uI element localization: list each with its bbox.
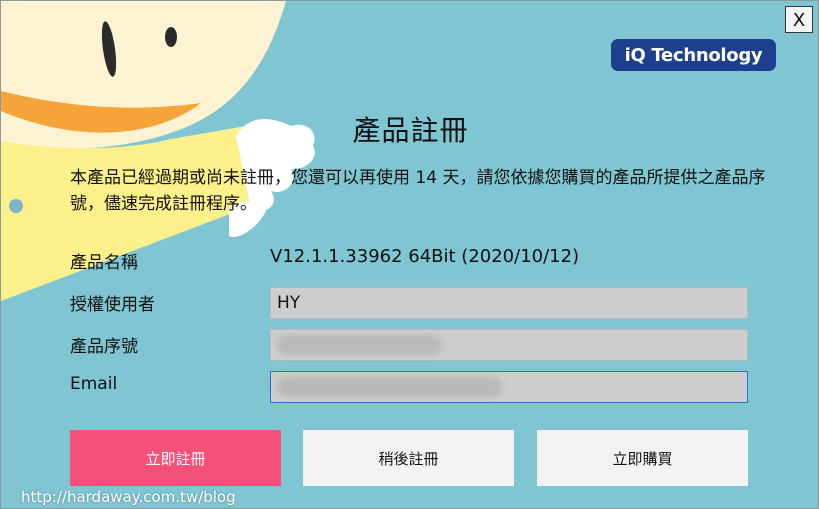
register-later-button[interactable]: 稍後註冊 [303, 430, 514, 486]
dialog-description: 本產品已經過期或尚未註冊，您還可以再使用 14 天，請您依據您購買的產品所提供之… [70, 168, 766, 214]
email-label: Email [70, 374, 118, 394]
watermark: http://hardaway.com.tw/blog [21, 488, 236, 506]
registration-dialog: X iQ Technology 產品註冊 本產品已經過期或尚未註冊，您還可以再使… [0, 0, 819, 509]
close-button[interactable]: X [785, 6, 813, 33]
brand-logo: iQ Technology [611, 39, 776, 71]
serial-input[interactable] [270, 329, 748, 361]
redacted-email [277, 377, 502, 397]
dialog-title: 產品註冊 [352, 114, 469, 147]
user-label: 授權使用者 [70, 295, 155, 315]
product-name-label: 產品名稱 [70, 253, 138, 273]
email-input[interactable] [270, 371, 748, 403]
serial-label: 產品序號 [70, 337, 138, 357]
product-version: V12.1.1.33962 64Bit (2020/10/12) [270, 246, 580, 267]
redacted-serial [277, 335, 442, 355]
buy-now-button[interactable]: 立即購買 [537, 430, 748, 486]
user-input[interactable] [270, 287, 748, 319]
register-now-button[interactable]: 立即註冊 [70, 430, 281, 486]
